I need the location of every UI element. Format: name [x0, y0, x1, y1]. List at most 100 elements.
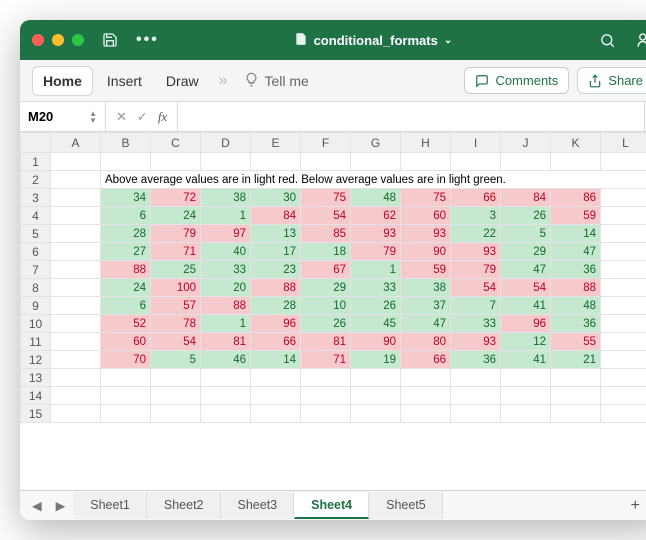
data-cell[interactable]: 81 [301, 333, 351, 351]
data-cell[interactable]: 33 [201, 261, 251, 279]
data-cell[interactable]: 72 [151, 189, 201, 207]
window-zoom-button[interactable] [72, 34, 84, 46]
data-cell[interactable]: 90 [351, 333, 401, 351]
data-cell[interactable]: 75 [301, 189, 351, 207]
data-cell[interactable]: 26 [351, 297, 401, 315]
cell[interactable] [601, 315, 646, 333]
data-cell[interactable]: 54 [501, 279, 551, 297]
row-header[interactable]: 6 [21, 243, 51, 261]
data-cell[interactable]: 96 [251, 315, 301, 333]
cell[interactable] [251, 369, 301, 387]
data-cell[interactable]: 30 [251, 189, 301, 207]
cell[interactable] [251, 387, 301, 405]
data-cell[interactable]: 34 [101, 189, 151, 207]
cell[interactable] [101, 387, 151, 405]
cell[interactable] [101, 153, 151, 171]
data-cell[interactable]: 80 [401, 333, 451, 351]
data-cell[interactable]: 93 [451, 243, 501, 261]
cell[interactable] [351, 405, 401, 423]
data-cell[interactable]: 41 [501, 351, 551, 369]
sheet-nav-next[interactable]: ▶ [50, 498, 72, 513]
data-cell[interactable]: 79 [451, 261, 501, 279]
cell[interactable] [351, 369, 401, 387]
sheet-tab[interactable]: Sheet3 [221, 492, 295, 519]
cell[interactable] [151, 387, 201, 405]
cell[interactable] [451, 405, 501, 423]
data-cell[interactable]: 47 [501, 261, 551, 279]
data-cell[interactable]: 1 [201, 315, 251, 333]
data-cell[interactable]: 67 [301, 261, 351, 279]
data-cell[interactable]: 55 [551, 333, 601, 351]
data-cell[interactable]: 88 [101, 261, 151, 279]
column-header[interactable]: B [101, 133, 151, 153]
cell[interactable] [551, 369, 601, 387]
data-cell[interactable]: 79 [151, 225, 201, 243]
column-header[interactable]: E [251, 133, 301, 153]
cell[interactable] [51, 207, 101, 225]
data-cell[interactable]: 24 [101, 279, 151, 297]
data-cell[interactable]: 59 [401, 261, 451, 279]
cell[interactable] [601, 333, 646, 351]
cell[interactable] [51, 261, 101, 279]
cell[interactable] [601, 207, 646, 225]
data-cell[interactable]: 13 [251, 225, 301, 243]
fx-icon[interactable]: fx [158, 109, 167, 125]
data-cell[interactable]: 54 [451, 279, 501, 297]
cell[interactable] [301, 405, 351, 423]
cell[interactable] [601, 225, 646, 243]
tab-draw[interactable]: Draw [156, 67, 209, 95]
data-cell[interactable]: 40 [201, 243, 251, 261]
comments-button[interactable]: Comments [464, 67, 569, 94]
data-cell[interactable]: 36 [451, 351, 501, 369]
data-cell[interactable]: 57 [151, 297, 201, 315]
cell[interactable] [51, 225, 101, 243]
data-cell[interactable]: 93 [351, 225, 401, 243]
data-cell[interactable]: 18 [301, 243, 351, 261]
cell[interactable] [101, 369, 151, 387]
data-cell[interactable]: 26 [301, 315, 351, 333]
data-cell[interactable]: 26 [501, 207, 551, 225]
data-cell[interactable]: 48 [351, 189, 401, 207]
data-cell[interactable]: 48 [551, 297, 601, 315]
cell[interactable] [601, 369, 646, 387]
column-header[interactable]: C [151, 133, 201, 153]
name-box[interactable]: M20 ▲▼ [20, 102, 106, 131]
data-cell[interactable]: 75 [401, 189, 451, 207]
data-cell[interactable]: 23 [251, 261, 301, 279]
save-icon[interactable] [102, 32, 118, 48]
cell[interactable] [201, 369, 251, 387]
data-cell[interactable]: 21 [551, 351, 601, 369]
data-cell[interactable]: 96 [501, 315, 551, 333]
column-header[interactable]: K [551, 133, 601, 153]
cell[interactable] [201, 153, 251, 171]
data-cell[interactable]: 54 [301, 207, 351, 225]
cell[interactable] [201, 387, 251, 405]
data-cell[interactable]: 66 [251, 333, 301, 351]
column-header[interactable]: J [501, 133, 551, 153]
data-cell[interactable]: 37 [401, 297, 451, 315]
cell[interactable] [51, 279, 101, 297]
search-icon[interactable] [599, 32, 616, 49]
data-cell[interactable]: 84 [251, 207, 301, 225]
data-cell[interactable]: 47 [551, 243, 601, 261]
data-cell[interactable]: 52 [101, 315, 151, 333]
data-cell[interactable]: 29 [301, 279, 351, 297]
cell[interactable] [451, 387, 501, 405]
tell-me-input[interactable]: Tell me [265, 73, 309, 89]
data-cell[interactable]: 97 [201, 225, 251, 243]
data-cell[interactable]: 3 [451, 207, 501, 225]
data-cell[interactable]: 36 [551, 315, 601, 333]
cell[interactable] [351, 153, 401, 171]
data-cell[interactable]: 93 [451, 333, 501, 351]
cell[interactable] [301, 369, 351, 387]
data-cell[interactable]: 54 [151, 333, 201, 351]
data-cell[interactable]: 90 [401, 243, 451, 261]
data-cell[interactable]: 1 [351, 261, 401, 279]
data-cell[interactable]: 27 [101, 243, 151, 261]
tab-home[interactable]: Home [32, 66, 93, 96]
column-header[interactable]: I [451, 133, 501, 153]
column-header[interactable]: L [601, 133, 646, 153]
cell[interactable] [601, 405, 646, 423]
row-header[interactable]: 1 [21, 153, 51, 171]
row-header[interactable]: 7 [21, 261, 51, 279]
